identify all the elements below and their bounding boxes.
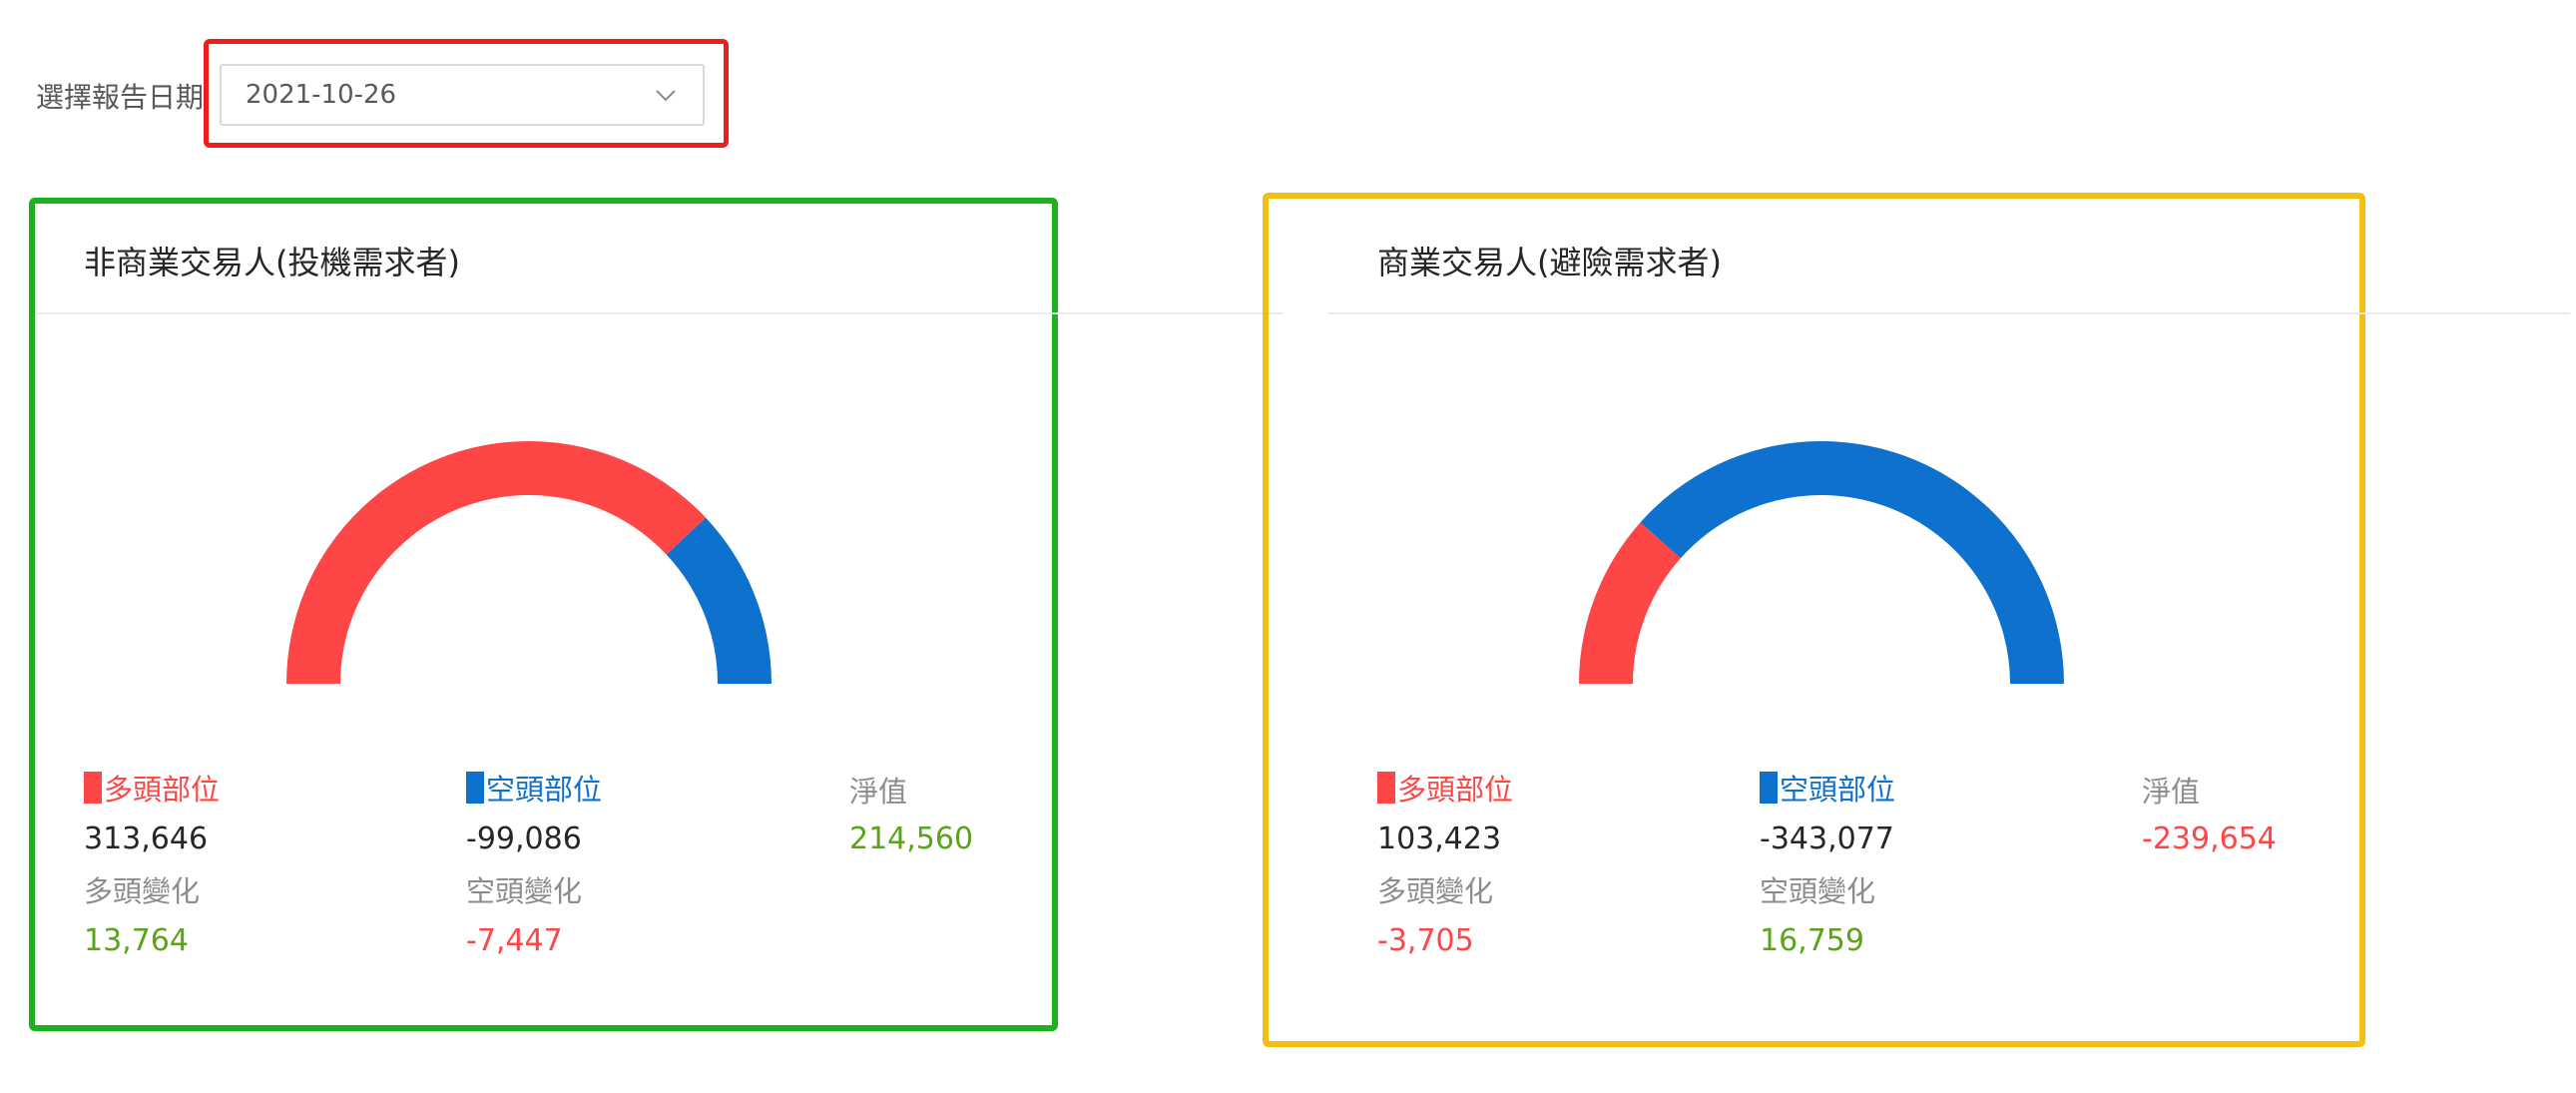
long-swatch [84, 772, 102, 804]
speculator-gauge-chart [286, 441, 772, 685]
net-value: -239,654 [2142, 821, 2277, 856]
short-position-legend: 空頭部位 [1760, 767, 1895, 809]
long-change-value: 13,764 [84, 923, 189, 958]
short-position-label: 空頭部位 [1780, 773, 1896, 807]
long-position-label: 多頭部位 [104, 773, 221, 807]
long-position-label: 多頭部位 [1397, 773, 1514, 807]
report-date-select[interactable]: 2021-10-26 [220, 64, 705, 126]
speculator-card-title: 非商業交易人(投機需求者) [84, 244, 460, 281]
long-change-label: 多頭變化 [1377, 874, 1494, 908]
short-change-value: 16,759 [1760, 923, 1864, 958]
gauge-short-segment [666, 517, 772, 685]
hedger-gauge-chart [1579, 441, 2064, 685]
long-position-legend: 多頭部位 [84, 767, 220, 809]
long-position-legend: 多頭部位 [1377, 767, 1513, 809]
long-position-value: 313,646 [84, 821, 209, 856]
short-position-label: 空頭部位 [486, 773, 603, 807]
long-swatch [1377, 772, 1395, 804]
short-swatch [1760, 772, 1778, 804]
hedger-card-divider [1327, 312, 2570, 314]
net-value: 214,560 [849, 821, 974, 856]
speculator-card-divider [36, 312, 1284, 314]
gauge-long-segment [286, 441, 707, 685]
short-change-label: 空頭變化 [1760, 874, 1876, 908]
report-date-value: 2021-10-26 [246, 80, 397, 110]
gauge-short-segment [1640, 441, 2064, 685]
short-position-legend: 空頭部位 [466, 767, 602, 809]
report-date-label: 選擇報告日期 [36, 81, 205, 114]
short-change-value: -7,447 [466, 923, 563, 958]
gauge-long-segment [1579, 522, 1682, 685]
net-value-label: 淨值 [849, 775, 908, 809]
chevron-down-icon [656, 90, 676, 102]
short-change-label: 空頭變化 [466, 874, 583, 908]
short-position-value: -343,077 [1760, 821, 1894, 856]
short-swatch [466, 772, 484, 804]
long-change-label: 多頭變化 [84, 874, 201, 908]
long-change-value: -3,705 [1377, 923, 1474, 958]
long-position-value: 103,423 [1377, 821, 1502, 856]
net-value-label: 淨值 [2142, 775, 2201, 809]
hedger-card-title: 商業交易人(避險需求者) [1377, 244, 1722, 281]
short-position-value: -99,086 [466, 821, 582, 856]
